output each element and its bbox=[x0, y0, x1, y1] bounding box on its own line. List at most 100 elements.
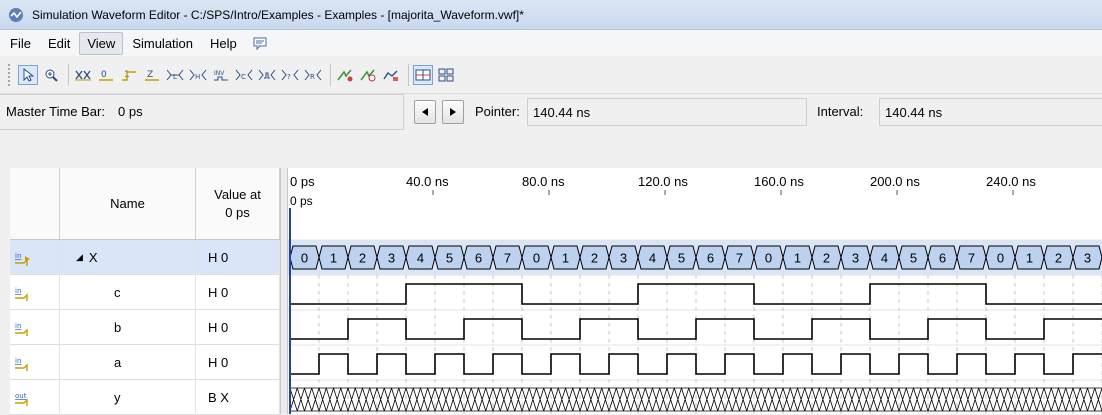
svg-text:0: 0 bbox=[101, 70, 107, 80]
signal-name-cell: a bbox=[60, 345, 196, 380]
previous-transition-button[interactable] bbox=[414, 100, 436, 124]
waveform-pane[interactable]: 0 ps 40.0 ns 80.0 ns 120.0 ns 160.0 ns 200.0 … bbox=[288, 168, 1102, 414]
pane-splitter[interactable] bbox=[280, 168, 288, 414]
cursor-time-label: 0 ps bbox=[290, 194, 313, 208]
signal-value: H 0 bbox=[208, 250, 229, 265]
zoom-tool-icon[interactable] bbox=[41, 65, 61, 85]
interval-value: 140.44 ns bbox=[885, 104, 943, 120]
feedback-icon[interactable] bbox=[252, 35, 268, 51]
bus-value: 3 bbox=[1084, 251, 1091, 266]
output-pin-icon: out bbox=[15, 392, 28, 406]
bus-value: 1 bbox=[1026, 251, 1033, 266]
signal-row-a[interactable]: in a H 0 bbox=[10, 345, 280, 380]
title-bar: Simulation Waveform Editor - C:/SPS/Intr… bbox=[0, 0, 1102, 30]
signal-name-cell: y bbox=[60, 380, 196, 415]
bus-value: 0 bbox=[533, 251, 540, 266]
pin-type-cell: in bbox=[10, 240, 60, 275]
ruler-tick-label: 200.0 ns bbox=[870, 174, 920, 189]
interval-field: 140.44 ns bbox=[883, 100, 1102, 124]
pointer-value: 140.44 ns bbox=[533, 104, 591, 120]
signal-value-cell: H 0 bbox=[196, 345, 280, 380]
menu-view[interactable]: View bbox=[79, 31, 124, 55]
signal-value-cell: H 0 bbox=[196, 240, 280, 275]
time-bar-panel: Master Time Bar: 0 ps Pointer: 140.44 ns… bbox=[0, 94, 1102, 168]
window-title: Simulation Waveform Editor - C:/SPS/Intr… bbox=[32, 7, 524, 22]
bus-value: 6 bbox=[707, 251, 714, 266]
waveform-toolbar: 0 1 Z L H INV C ? R bbox=[0, 56, 1102, 94]
toolbar-separator bbox=[68, 63, 69, 86]
ruler-tick-label: 0 ps bbox=[290, 174, 315, 189]
signal-value-cell: B X bbox=[196, 380, 280, 415]
header-name[interactable]: Name bbox=[60, 168, 196, 240]
svg-text:C: C bbox=[241, 73, 246, 81]
bus-value: 6 bbox=[475, 251, 482, 266]
header-value-at[interactable]: Value at 0 ps bbox=[196, 168, 280, 240]
signal-value: H 0 bbox=[208, 320, 229, 335]
waveform-canvas[interactable]: 0 ps 40.0 ns 80.0 ns 120.0 ns 160.0 ns 200.0 … bbox=[288, 168, 1102, 414]
random-value-icon[interactable]: R bbox=[303, 65, 323, 85]
bus-value: 0 bbox=[997, 251, 1004, 266]
expand-collapse-icon[interactable]: ◢ bbox=[76, 252, 83, 263]
forcing-high-icon[interactable]: 1 bbox=[119, 65, 139, 85]
waveform-editor-area: Name Value at 0 ps in ◢ X H 0 in c H 0 in b H 0 in… bbox=[0, 168, 1102, 415]
bus-value: 0 bbox=[301, 251, 308, 266]
signal-name: a bbox=[114, 355, 122, 370]
toolbar-grip[interactable] bbox=[8, 63, 12, 86]
signal-row-c[interactable]: in c H 0 bbox=[10, 275, 280, 310]
weak-low-icon[interactable]: L bbox=[165, 65, 185, 85]
signal-row-b[interactable]: in b H 0 bbox=[10, 310, 280, 345]
next-transition-button[interactable] bbox=[442, 100, 464, 124]
bus-value: 4 bbox=[417, 251, 424, 266]
bus-value: 4 bbox=[649, 251, 656, 266]
menu-help[interactable]: Help bbox=[202, 32, 245, 55]
bus-value: 2 bbox=[1055, 251, 1062, 266]
pin-type-cell: in bbox=[10, 310, 60, 345]
sort-icon[interactable] bbox=[436, 65, 456, 85]
signal-value-cell: H 0 bbox=[196, 275, 280, 310]
input-pin-icon: in bbox=[15, 322, 28, 336]
arbitrary-value-icon[interactable]: ? bbox=[280, 65, 300, 85]
ruler-tick-label: 120.0 ns bbox=[638, 174, 688, 189]
invert-icon[interactable]: INV bbox=[211, 65, 231, 85]
pin-type-cell: in bbox=[10, 345, 60, 380]
functional-simulation-icon[interactable] bbox=[335, 65, 355, 85]
weak-high-icon[interactable]: H bbox=[188, 65, 208, 85]
signal-row-X[interactable]: in ◢ X H 0 bbox=[10, 240, 280, 275]
master-time-bar-label: Master Time Bar: bbox=[6, 104, 105, 119]
forcing-low-icon[interactable]: 0 bbox=[96, 65, 116, 85]
pointer-field: 140.44 ns bbox=[531, 100, 804, 124]
bus-value: 6 bbox=[939, 251, 946, 266]
toolbar-separator bbox=[330, 63, 331, 86]
bus-value: 2 bbox=[823, 251, 830, 266]
ruler-tick-label: 40.0 ns bbox=[406, 174, 449, 189]
netlist-viewer-icon[interactable] bbox=[381, 65, 401, 85]
bus-value: 0 bbox=[765, 251, 772, 266]
timing-simulation-icon[interactable] bbox=[358, 65, 378, 85]
app-icon bbox=[9, 7, 23, 22]
forcing-unknown-icon[interactable] bbox=[73, 65, 93, 85]
svg-text:?: ? bbox=[287, 73, 291, 81]
menu-edit[interactable]: Edit bbox=[40, 32, 78, 55]
svg-text:in: in bbox=[15, 322, 21, 330]
toolbar-separator bbox=[408, 63, 409, 86]
signal-name-cell: ◢ X bbox=[60, 240, 196, 275]
signal-row-y[interactable]: out y B X bbox=[10, 380, 280, 415]
bus-value: 5 bbox=[910, 251, 917, 266]
signal-value-cell: H 0 bbox=[196, 310, 280, 345]
menu-file[interactable]: File bbox=[2, 32, 39, 55]
input-group-icon: in bbox=[15, 252, 30, 266]
clock-value-icon[interactable] bbox=[257, 65, 277, 85]
header-value-line2: 0 ps bbox=[225, 205, 250, 220]
svg-text:in: in bbox=[15, 357, 21, 365]
bus-value: 2 bbox=[359, 251, 366, 266]
bus-value: 3 bbox=[388, 251, 395, 266]
snap-to-grid-icon[interactable] bbox=[413, 64, 433, 85]
master-time-bar-value[interactable]: 0 ps bbox=[118, 104, 143, 119]
bus-value: 4 bbox=[881, 251, 888, 266]
bus-value: 7 bbox=[968, 251, 975, 266]
menu-simulation[interactable]: Simulation bbox=[124, 32, 201, 55]
count-value-icon[interactable]: C bbox=[234, 65, 254, 85]
selection-tool-icon[interactable] bbox=[18, 64, 38, 85]
svg-text:L: L bbox=[173, 73, 177, 81]
high-impedance-icon[interactable]: Z bbox=[142, 65, 162, 85]
